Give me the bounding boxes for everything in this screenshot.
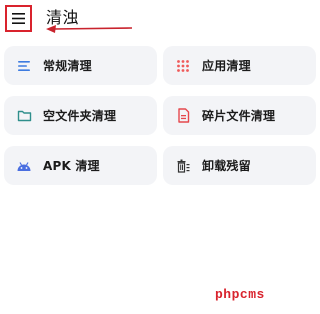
document-icon: [174, 107, 192, 125]
apk-cleanup-label: APK 清理: [43, 159, 100, 173]
apk-cleanup-card[interactable]: APK 清理: [4, 146, 157, 185]
top-bar: 清浊: [0, 0, 320, 40]
lines-icon: [15, 57, 33, 75]
app-cleanup-label: 应用清理: [202, 59, 251, 73]
menu-button[interactable]: [5, 5, 32, 32]
empty-folder-cleanup-label: 空文件夹清理: [43, 109, 117, 123]
folder-icon: [15, 107, 33, 125]
annotation-arrow: [46, 25, 133, 33]
cleanup-options-grid: 常规清理 应用清理 空文件夹清理 碎片文件清理 APK 清理 卸载残留: [4, 46, 316, 185]
dots-grid-icon: [174, 57, 192, 75]
android-icon: [15, 157, 33, 175]
hamburger-menu-icon: [12, 13, 25, 24]
fragment-file-cleanup-label: 碎片文件清理: [202, 109, 276, 123]
uninstall-leftovers-label: 卸载残留: [202, 159, 251, 173]
empty-folder-cleanup-card[interactable]: 空文件夹清理: [4, 96, 157, 135]
trash-icon: [174, 157, 192, 175]
uninstall-leftovers-card[interactable]: 卸载残留: [163, 146, 316, 185]
app-cleanup-card[interactable]: 应用清理: [163, 46, 316, 85]
regular-cleanup-label: 常规清理: [43, 59, 92, 73]
fragment-file-cleanup-card[interactable]: 碎片文件清理: [163, 96, 316, 135]
regular-cleanup-card[interactable]: 常规清理: [4, 46, 157, 85]
watermark-text: phpcms: [215, 287, 265, 302]
